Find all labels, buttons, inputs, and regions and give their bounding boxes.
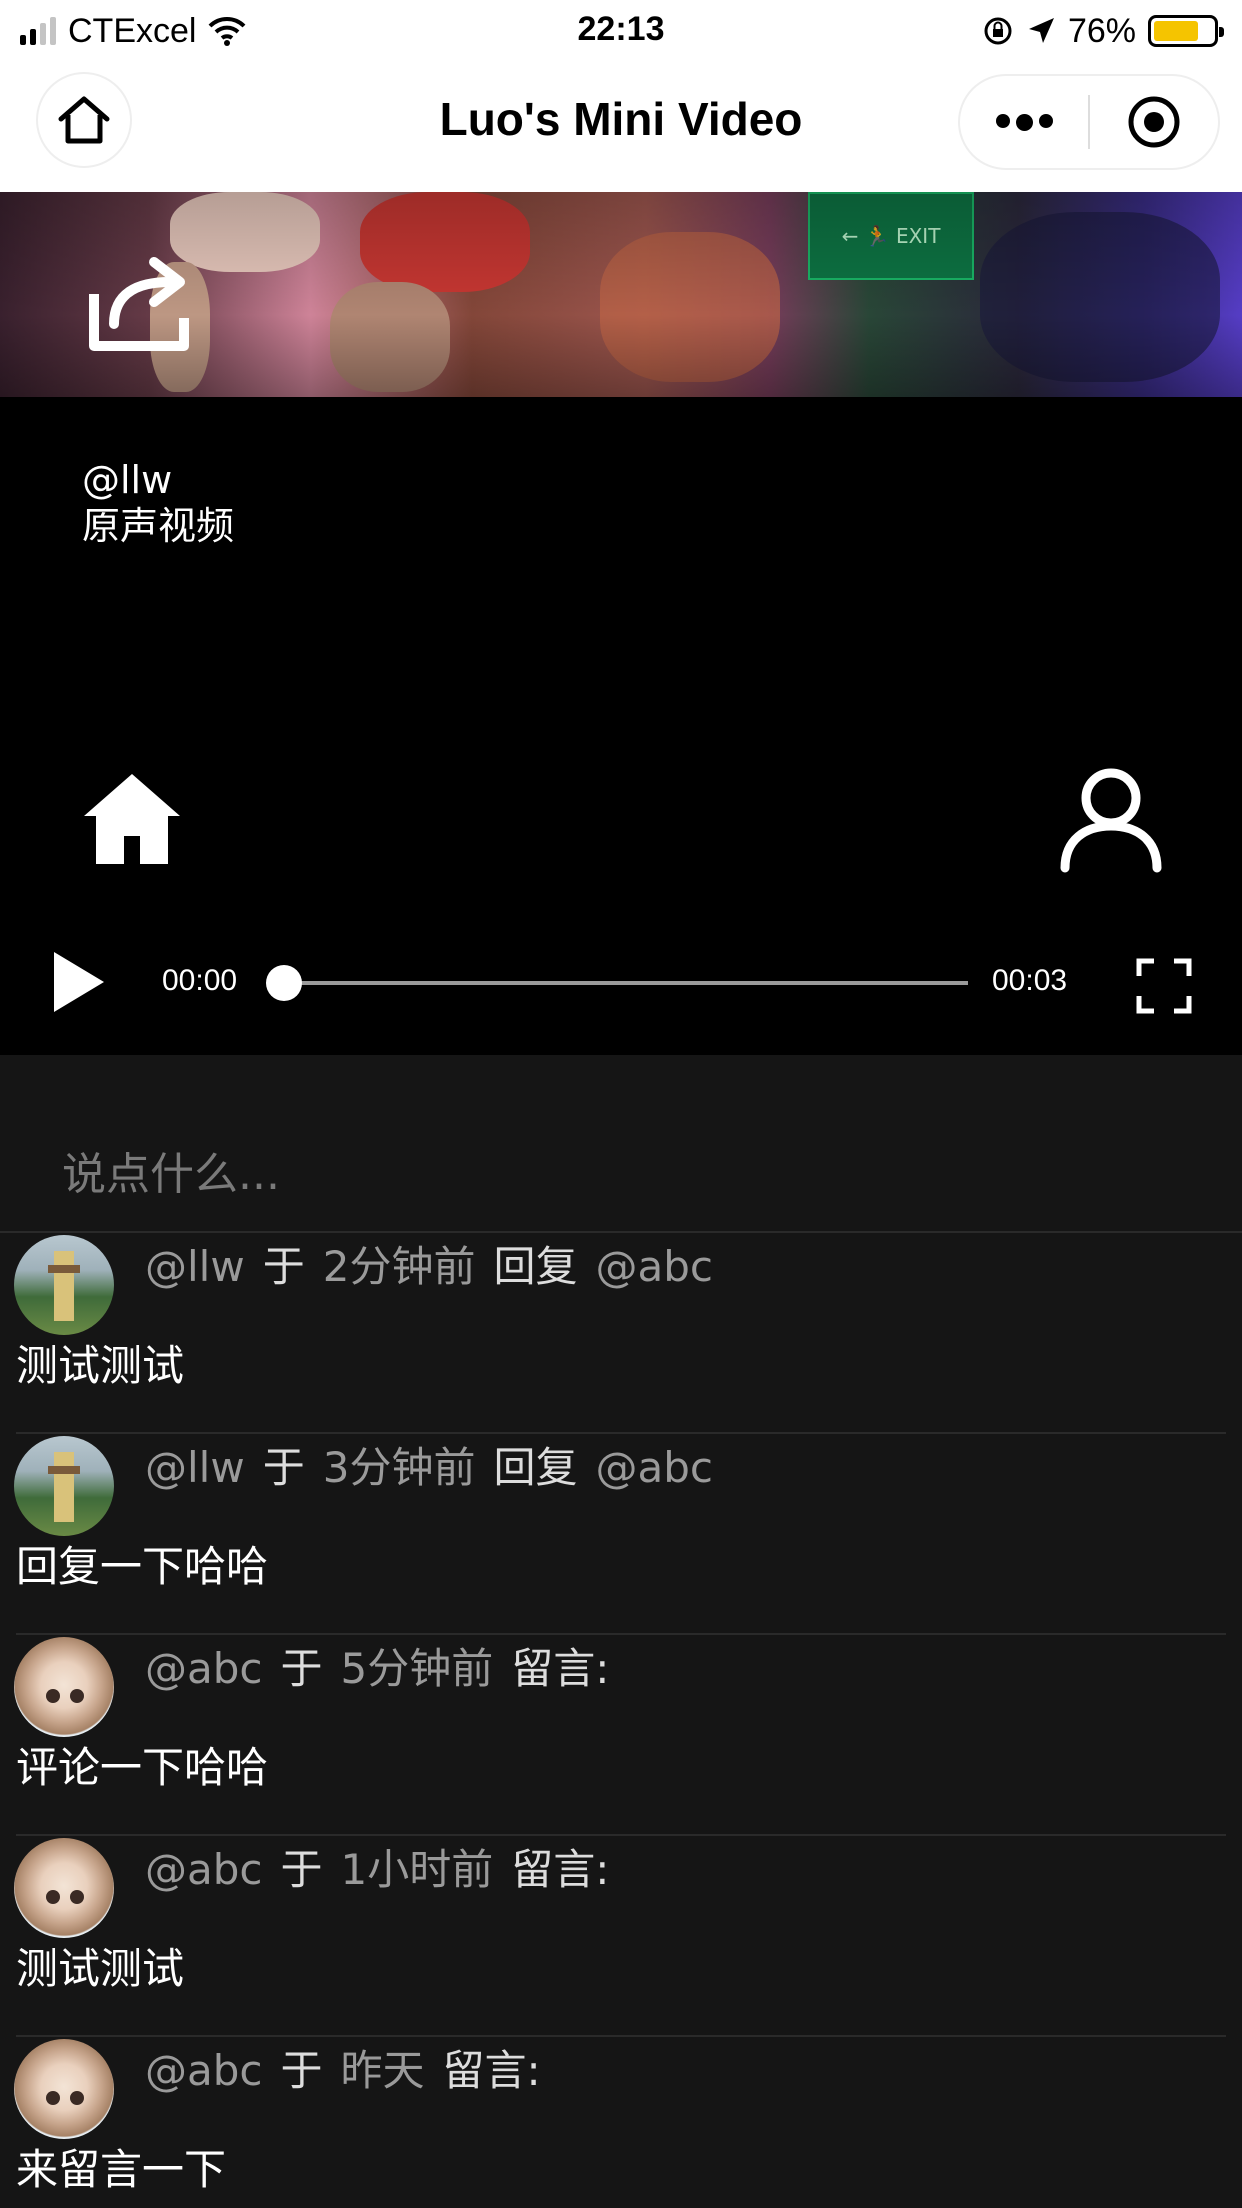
comment-user[interactable]: @abc bbox=[145, 2046, 263, 2095]
home-icon[interactable] bbox=[80, 770, 184, 866]
fullscreen-icon[interactable] bbox=[1136, 958, 1192, 1014]
comment-preposition: 于 bbox=[262, 1443, 305, 1492]
comment-preposition: 于 bbox=[280, 1644, 323, 1693]
video-username[interactable]: @llw bbox=[82, 457, 234, 503]
comment-meta: @llw 于 3分钟前 回复 @abc bbox=[145, 1442, 731, 1494]
comment-text: 来留言一下 bbox=[16, 2145, 227, 2194]
comment-time: 5分钟前 bbox=[340, 1644, 494, 1693]
video-description: 原声视频 bbox=[82, 504, 235, 548]
comment-user[interactable]: @llw bbox=[145, 1443, 245, 1492]
comment-user[interactable]: @abc bbox=[145, 1644, 263, 1693]
status-bar: CTExcel 22:13 76% bbox=[0, 0, 1242, 62]
progress-bar[interactable] bbox=[284, 981, 968, 985]
comment-text: 回复一下哈哈 bbox=[16, 1542, 269, 1591]
more-button[interactable] bbox=[960, 76, 1088, 168]
comment-item: @abc 于昨天 留言: 来留言一下 bbox=[0, 2037, 1242, 2208]
play-icon[interactable] bbox=[52, 950, 106, 1014]
battery-percent: 76% bbox=[1067, 11, 1136, 50]
comment-list: @llw 于 2分钟前 回复 @abc 测试测试 @llw 于 3分钟前 回复 @abc 回复一… bbox=[0, 1233, 1242, 2208]
comment-preposition: 于 bbox=[280, 2046, 323, 2095]
video-player[interactable]: ← 🏃 EXIT @llw 原声视频 00:00 00:03 bbox=[0, 192, 1242, 1055]
comment-time: 3分钟前 bbox=[322, 1443, 476, 1492]
comment-action: 留言: bbox=[511, 1845, 610, 1894]
comment-meta: @abc 于 1小时前 留言: bbox=[145, 1844, 627, 1896]
comment-text: 测试测试 bbox=[16, 1944, 185, 1993]
avatar[interactable] bbox=[14, 1235, 114, 1335]
comment-item: @llw 于 3分钟前 回复 @abc 回复一下哈哈 bbox=[0, 1434, 1242, 1635]
comment-item: @abc 于 5分钟前 留言: 评论一下哈哈 bbox=[0, 1635, 1242, 1836]
comment-meta: @abc 于 5分钟前 留言: bbox=[145, 1643, 627, 1695]
video-author-info: @llw 原声视频 bbox=[82, 457, 234, 549]
navigation-bar: Luo's Mini Video bbox=[0, 62, 1242, 192]
avatar[interactable] bbox=[14, 1838, 114, 1938]
comment-text: 测试测试 bbox=[16, 1341, 185, 1390]
avatar[interactable] bbox=[14, 2039, 114, 2139]
comment-meta: @llw 于 2分钟前 回复 @abc bbox=[145, 1241, 731, 1293]
comment-meta: @abc 于昨天 留言: bbox=[145, 2045, 559, 2097]
close-miniprogram-button[interactable] bbox=[1090, 76, 1218, 168]
comment-item: @llw 于 2分钟前 回复 @abc 测试测试 bbox=[0, 1233, 1242, 1434]
status-bar-right: 76% bbox=[982, 10, 1224, 52]
orientation-lock-icon bbox=[984, 17, 1012, 45]
reply-target[interactable]: @abc bbox=[595, 1242, 713, 1291]
close-circle-icon bbox=[1128, 96, 1180, 148]
comment-input[interactable] bbox=[62, 1139, 1182, 1209]
battery-level bbox=[1154, 21, 1199, 41]
reply-target[interactable]: @abc bbox=[595, 1443, 713, 1492]
comment-action: 留言: bbox=[511, 1644, 610, 1693]
comment-text: 评论一下哈哈 bbox=[16, 1743, 269, 1792]
comment-action: 回复 bbox=[493, 1443, 578, 1492]
location-icon bbox=[1028, 18, 1054, 43]
comment-user[interactable]: @abc bbox=[145, 1845, 263, 1894]
comment-user[interactable]: @llw bbox=[145, 1242, 245, 1291]
comment-time: 2分钟前 bbox=[322, 1242, 476, 1291]
comment-action: 回复 bbox=[493, 1242, 578, 1291]
comment-action: 留言: bbox=[442, 2046, 541, 2095]
more-dots-icon bbox=[995, 113, 1053, 131]
progress-knob[interactable] bbox=[266, 965, 302, 1001]
comment-preposition: 于 bbox=[262, 1242, 305, 1291]
comment-item: @abc 于 1小时前 留言: 测试测试 bbox=[0, 1836, 1242, 2037]
user-icon[interactable] bbox=[1058, 764, 1164, 874]
total-time: 00:03 bbox=[992, 964, 1068, 997]
comment-time: 1小时前 bbox=[340, 1845, 494, 1894]
avatar[interactable] bbox=[14, 1637, 114, 1737]
share-icon[interactable] bbox=[84, 246, 194, 356]
video-frame: ← 🏃 EXIT bbox=[0, 192, 1242, 397]
battery-icon bbox=[1148, 15, 1224, 47]
comment-preposition: 于 bbox=[280, 1845, 323, 1894]
menu-capsule bbox=[958, 74, 1220, 170]
avatar[interactable] bbox=[14, 1436, 114, 1536]
comment-time: 昨天 bbox=[340, 2046, 425, 2095]
comment-input-area bbox=[0, 1055, 1242, 1233]
current-time: 00:00 bbox=[162, 964, 238, 997]
